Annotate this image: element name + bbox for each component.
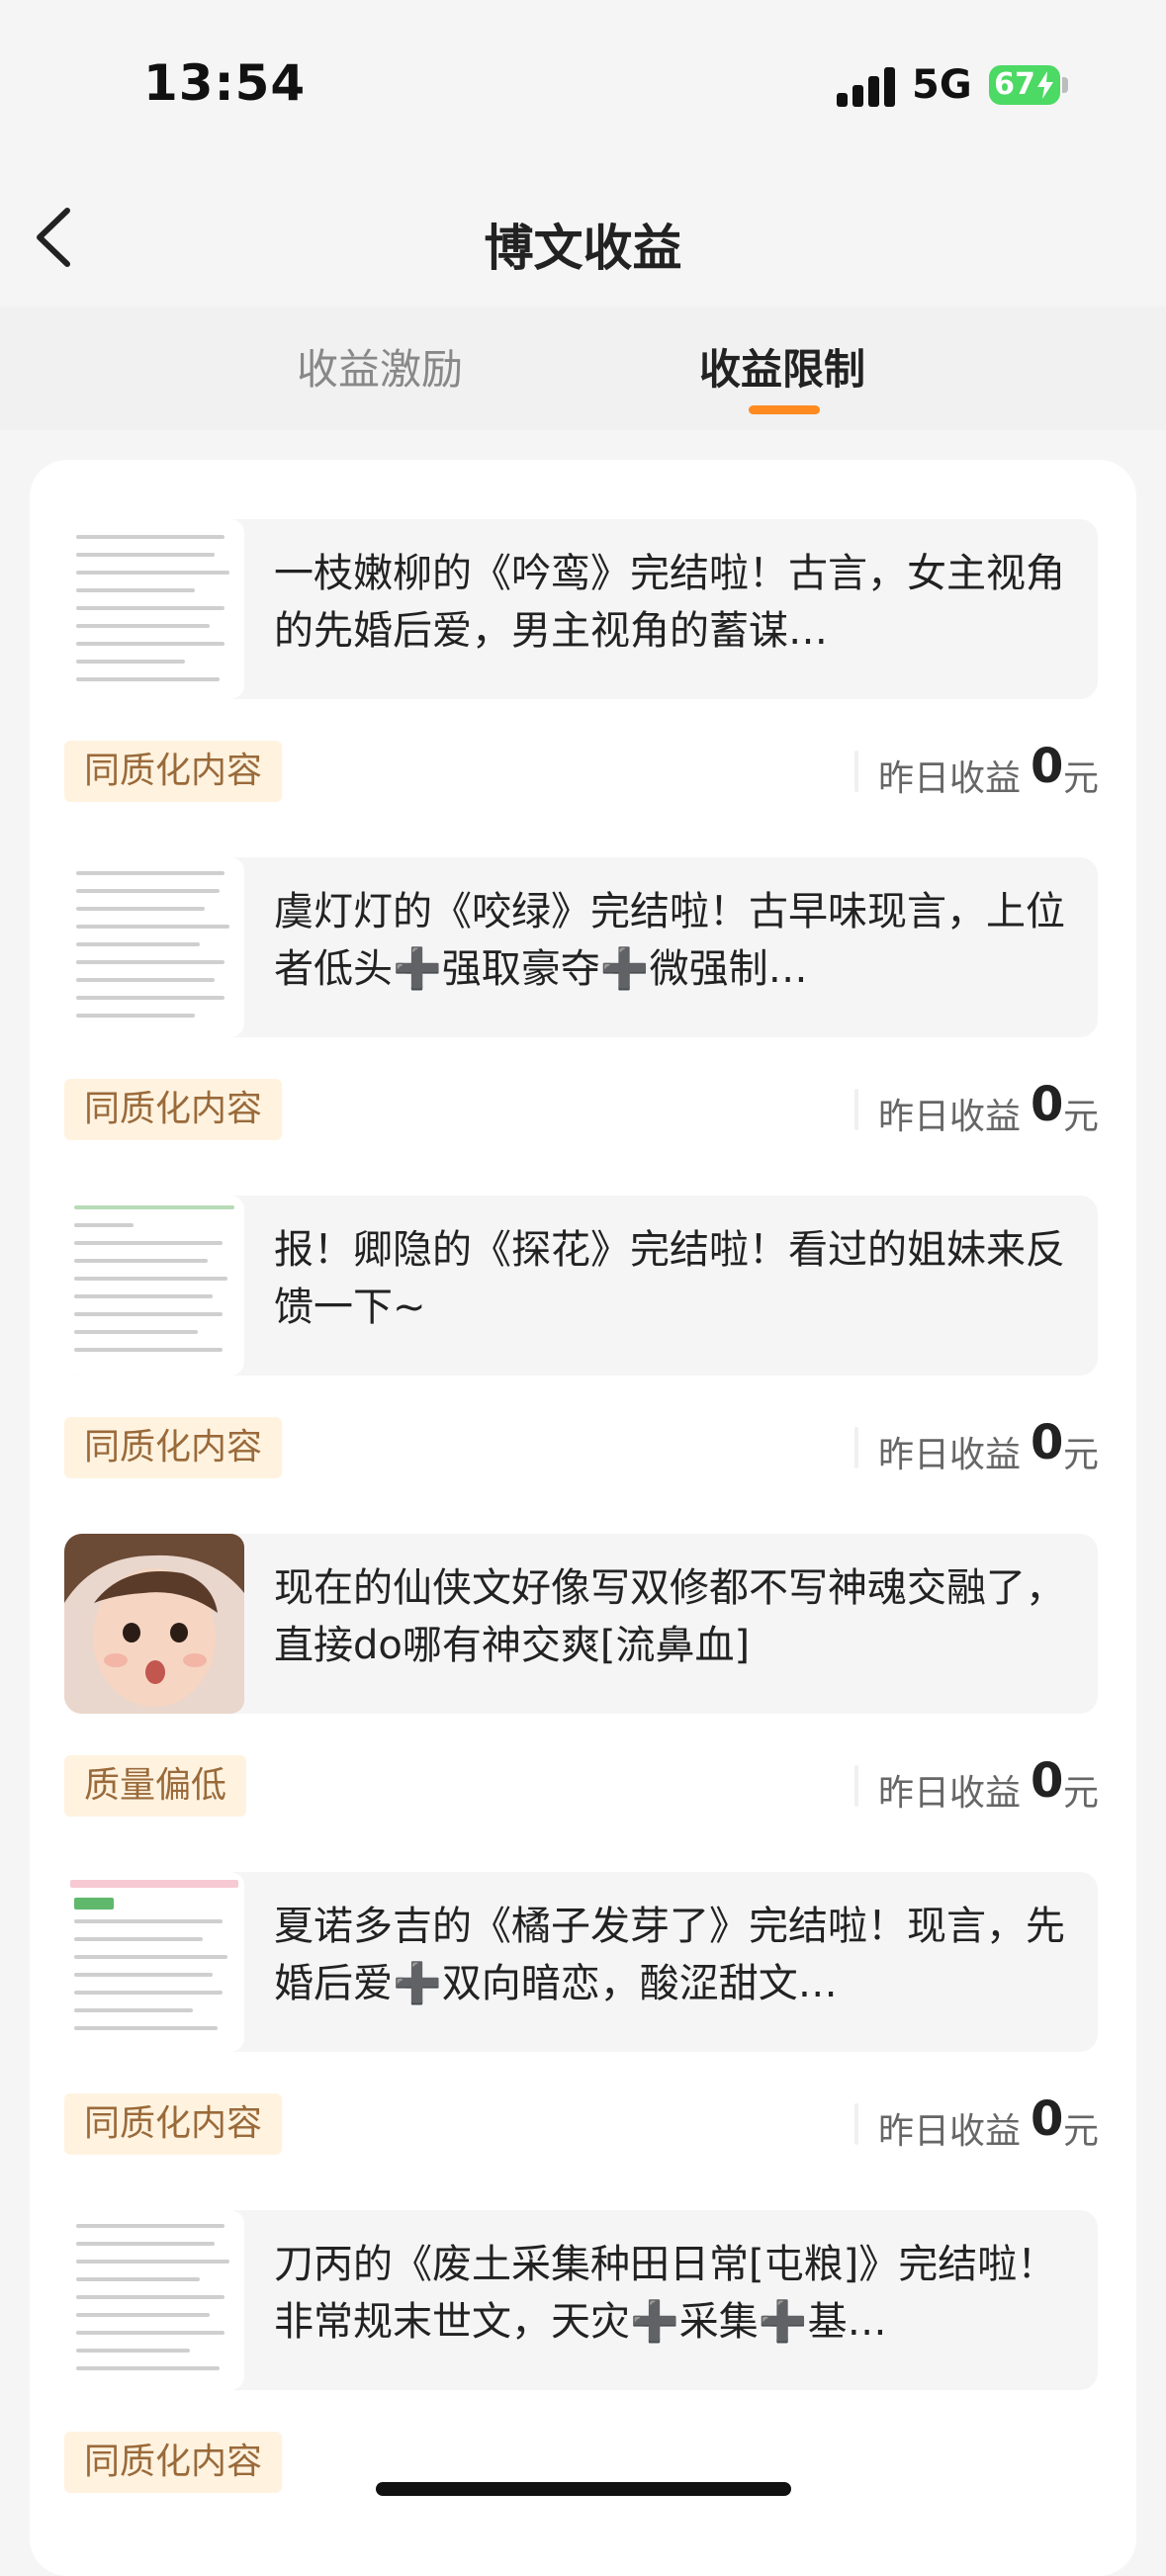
post-thumbnail [64,1196,244,1376]
tab-earnings-restriction[interactable]: 收益限制 [699,336,865,397]
post-title: 一枝嫩柳的《吟鸾》完结啦！古言，女主视角的先婚后爱，男主视角的蓄谋… [274,551,1065,654]
divider [854,751,858,792]
divider [854,1427,858,1468]
post-thumbnail [64,1872,244,2052]
restriction-tag: 同质化内容 [64,741,283,802]
post-thumbnail [64,857,244,1037]
battery-icon: 67 [989,65,1060,105]
post-item[interactable]: 报！卿隐的《探花》完结啦！看过的姐妹来反馈一下~ [64,1196,1098,1376]
battery-level: 67 [994,67,1035,102]
post-item[interactable]: 一枝嫩柳的《吟鸾》完结啦！古言，女主视角的先婚后爱，男主视角的蓄谋… [64,519,1098,699]
earnings-value: 0 [1031,1415,1064,1470]
post-item[interactable]: 刀丙的《废土采集种田日常[屯粮]》完结啦！非常规末世文，天灾➕采集➕基… [64,2210,1098,2390]
post-title: 现在的仙侠文好像写双修都不写神魂交融了，直接do哪有神交爽[流鼻血] [274,1565,1065,1668]
post-title: 报！卿隐的《探花》完结啦！看过的姐妹来反馈一下~ [274,1227,1065,1330]
child-photo-image [64,1534,244,1714]
earnings-label: 昨日收益 [878,1435,1022,1475]
divider [854,2103,858,2145]
post-thumbnail [64,2210,244,2390]
active-tab-indicator [749,405,820,414]
post-thumbnail [64,1534,244,1714]
page-title: 博文收益 [484,220,682,277]
nav-bar: 博文收益 [0,173,1166,307]
status-bar: 13:54 5G 67 [0,0,1166,173]
restriction-tag: 同质化内容 [64,2093,283,2155]
tab-bar: 收益激励 收益限制 [0,307,1166,430]
post-title: 夏诺多吉的《橘子发芽了》完结啦！现言，先婚后爱➕双向暗恋，酸涩甜文… [274,1904,1065,2006]
earnings-value: 0 [1031,1753,1064,1809]
earnings-unit: 元 [1063,1097,1100,1137]
restriction-tag: 同质化内容 [64,1079,283,1140]
battery-cap [1062,77,1068,93]
earnings-unit: 元 [1063,1773,1100,1814]
earnings-unit: 元 [1063,2111,1100,2152]
signal-icon [837,65,896,107]
post-item[interactable]: 虞灯灯的《咬绿》完结啦！古早味现言，上位者低头➕强取豪夺➕微强制… [64,857,1098,1037]
tab-earnings-incentive[interactable]: 收益激励 [297,336,463,397]
status-time: 13:54 [143,54,307,112]
post-title: 刀丙的《废土采集种田日常[屯粮]》完结啦！非常规末世文，天灾➕采集➕基… [274,2242,1057,2345]
restriction-tag: 质量偏低 [64,1755,247,1817]
earnings-label: 昨日收益 [878,2111,1022,2152]
restriction-tag: 同质化内容 [64,2432,283,2493]
earnings-value: 0 [1031,739,1064,794]
earnings-label: 昨日收益 [878,1773,1022,1814]
restriction-tag: 同质化内容 [64,1417,283,1478]
earnings-label: 昨日收益 [878,1097,1022,1137]
earnings-unit: 元 [1063,1435,1100,1475]
divider [854,1765,858,1807]
post-thumbnail [64,519,244,699]
restricted-posts-list: 一枝嫩柳的《吟鸾》完结啦！古言，女主视角的先婚后爱，男主视角的蓄谋… 同质化内容… [30,460,1136,2576]
home-indicator[interactable] [376,2482,791,2496]
divider [854,1089,858,1130]
post-item[interactable]: 现在的仙侠文好像写双修都不写神魂交融了，直接do哪有神交爽[流鼻血] [64,1534,1098,1714]
post-item[interactable]: 夏诺多吉的《橘子发芽了》完结啦！现言，先婚后爱➕双向暗恋，酸涩甜文… [64,1872,1098,2052]
charging-bolt-icon [1037,71,1053,99]
network-type: 5G [912,62,972,108]
post-title: 虞灯灯的《咬绿》完结啦！古早味现言，上位者低头➕强取豪夺➕微强制… [274,889,1065,992]
earnings-value: 0 [1031,2091,1064,2147]
earnings-value: 0 [1031,1077,1064,1132]
earnings-label: 昨日收益 [878,758,1022,799]
earnings-unit: 元 [1063,758,1100,799]
